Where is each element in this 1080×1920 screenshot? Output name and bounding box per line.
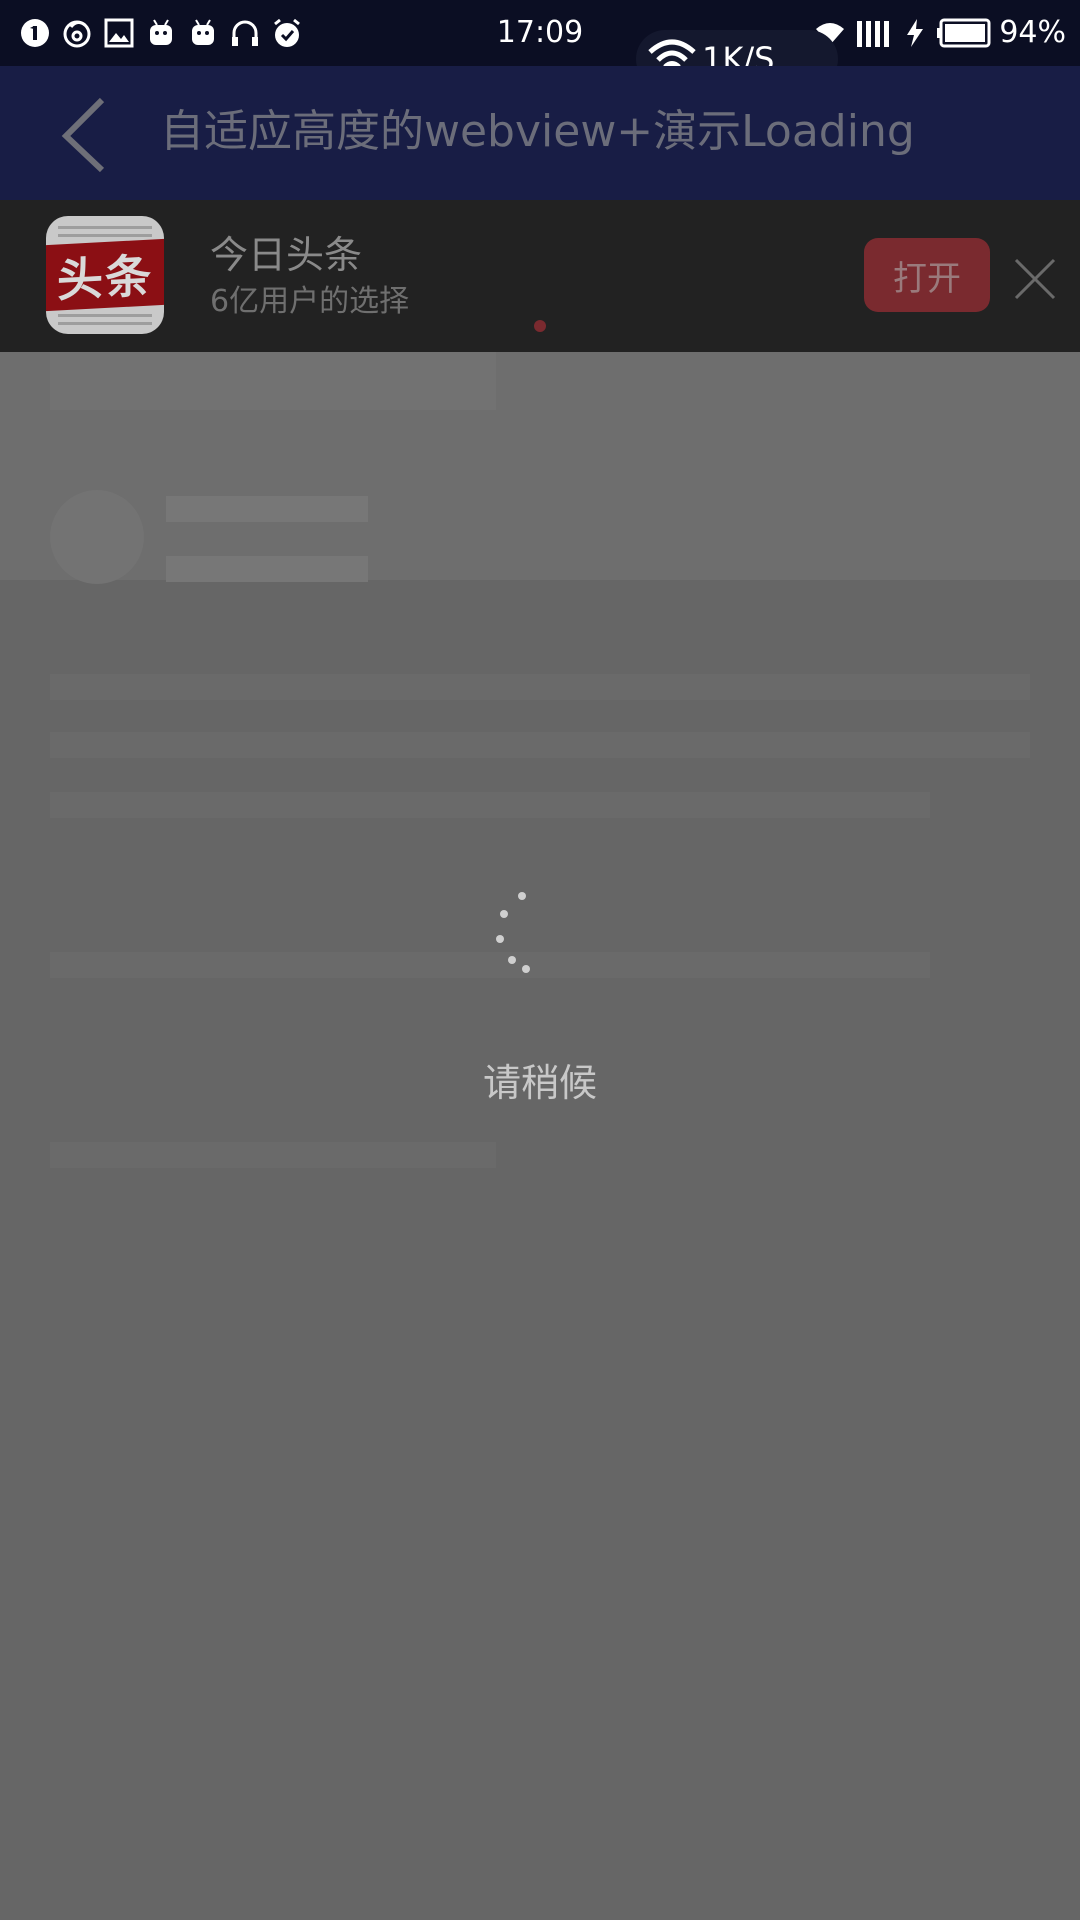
skeleton-line bbox=[50, 1142, 496, 1168]
webview-skeleton bbox=[0, 352, 1080, 1920]
skeleton-line bbox=[166, 496, 368, 522]
charging-icon bbox=[903, 16, 927, 50]
status-bar: 17:09 94% bbox=[0, 0, 1080, 66]
skeleton-line bbox=[50, 792, 930, 818]
skeleton-title-bar bbox=[50, 352, 496, 410]
app-header: 自适应高度的webview+演示Loading bbox=[0, 66, 1080, 200]
page-indicator-dot bbox=[534, 320, 546, 332]
toutiao-app-icon: 头条 bbox=[46, 216, 164, 334]
chevron-left-icon bbox=[61, 97, 105, 173]
banner-close-button[interactable] bbox=[1010, 254, 1060, 304]
status-right-icons: 94% bbox=[813, 14, 1066, 52]
signal-icon bbox=[855, 16, 895, 50]
open-app-button[interactable]: 打开 bbox=[864, 238, 990, 312]
battery-icon bbox=[935, 16, 991, 50]
loading-spinner-icon bbox=[496, 892, 530, 973]
skeleton-line bbox=[166, 556, 368, 582]
skeleton-line bbox=[50, 674, 1030, 700]
close-icon bbox=[1014, 258, 1056, 300]
banner-tagline: 6亿用户的选择 bbox=[210, 284, 410, 319]
back-button[interactable] bbox=[50, 94, 120, 174]
page-title: 自适应高度的webview+演示Loading bbox=[160, 106, 915, 157]
banner-app-name: 今日头条 bbox=[210, 233, 363, 277]
loading-text: 请稍候 bbox=[482, 1061, 597, 1105]
skeleton-line bbox=[50, 732, 1030, 758]
battery-percent: 94% bbox=[999, 15, 1066, 50]
skeleton-avatar bbox=[50, 490, 144, 584]
app-icon-label: 头条 bbox=[46, 238, 164, 312]
